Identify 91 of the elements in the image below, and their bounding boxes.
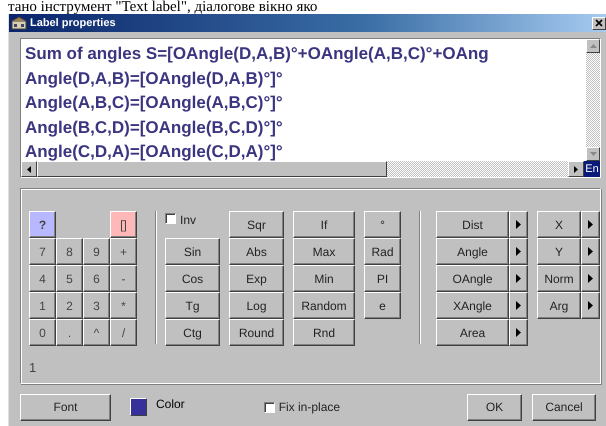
text-editor[interactable]: Sum of angles S=[OAngle(D,A,B)°+OAngle(A,B,C)°+OAng Angle(D,A,B)=[OAngle(D,A,B)°]° Angle(A,B,C)=[OAngle(A,B,C)°]° Angle(B,C,D)=[OAngle(B,C,D)°]° Angle(C,D,A)=[OAngle(C,D,A)°]° En (20, 38, 601, 178)
function-button[interactable]: ° (364, 211, 401, 238)
menu-button[interactable]: Angle (436, 238, 509, 265)
menu-button[interactable]: Arg (537, 292, 581, 319)
ok-button[interactable]: OK (467, 394, 522, 420)
text-line: Angle(B,C,D)=[OAngle(B,C,D)°]° (25, 116, 284, 139)
text-line: Angle(D,A,B)=[OAngle(D,A,B)°]° (25, 68, 284, 90)
key-button[interactable]: 7 (29, 238, 56, 265)
key-button[interactable]: / (110, 319, 137, 346)
submenu-button[interactable] (509, 265, 528, 292)
function-button[interactable]: Min (293, 265, 355, 292)
right-arrow-icon (574, 166, 578, 172)
right-triangle-icon (516, 220, 521, 229)
function-button[interactable]: Sqr (229, 211, 284, 238)
key-button[interactable]: 0 (29, 319, 56, 346)
function-button[interactable]: Max (293, 238, 355, 265)
submenu-button[interactable] (581, 265, 600, 292)
key-button[interactable]: - (110, 265, 137, 292)
key-button[interactable]: 8 (56, 238, 83, 265)
key-button[interactable]: 9 (83, 238, 110, 265)
key-button[interactable]: 6 (83, 265, 110, 292)
submenu-button[interactable] (509, 292, 528, 319)
submenu-button[interactable] (509, 211, 528, 238)
color-swatch[interactable] (130, 398, 147, 416)
text-line: Angle(A,B,C)=[OAngle(A,B,C)°]° (25, 92, 284, 114)
close-button[interactable] (592, 16, 606, 30)
submenu-button[interactable] (581, 211, 600, 238)
right-triangle-icon (516, 274, 521, 283)
function-button[interactable]: Exp (229, 265, 284, 292)
right-triangle-icon (588, 274, 593, 283)
app-icon (11, 16, 27, 30)
function-button[interactable]: Log (229, 292, 284, 319)
right-triangle-icon (516, 301, 521, 310)
checkbox-label: Fix in-place (278, 400, 340, 414)
key-button[interactable]: 3 (83, 292, 110, 319)
key-button[interactable]: 2 (56, 292, 83, 319)
right-triangle-icon (588, 220, 593, 229)
down-arrow-icon (590, 152, 596, 156)
function-button[interactable]: Sin (165, 238, 220, 265)
function-button[interactable]: Rnd (293, 319, 355, 346)
submenu-button[interactable] (509, 238, 528, 265)
checkbox[interactable] (264, 402, 275, 412)
menu-button[interactable]: XAngle (436, 292, 509, 319)
key-button[interactable]: . (56, 319, 83, 346)
right-triangle-icon (588, 301, 593, 310)
checkbox[interactable] (165, 213, 176, 224)
result-value: 1 (29, 360, 38, 375)
function-button[interactable]: e (364, 292, 401, 319)
document-text: тано інструмент "Text label", діалогове вікно яко (7, 0, 318, 14)
menu-button[interactable]: OAngle (436, 265, 509, 292)
text-line: Angle(C,D,A)=[OAngle(C,D,A)°]° (25, 141, 284, 161)
up-arrow-icon (590, 44, 596, 48)
function-button[interactable]: Abs (229, 238, 284, 265)
close-icon (595, 19, 603, 27)
color-label: Color (156, 397, 185, 411)
window-title: Label properties (30, 17, 117, 29)
function-button[interactable]: Round (229, 319, 284, 346)
right-triangle-icon (588, 247, 593, 256)
right-triangle-icon (516, 328, 521, 337)
function-button[interactable]: Cos (165, 265, 220, 292)
text-line: Sum of angles S=[OAngle(D,A,B)°+OAngle(A,B,C)°+OAng (25, 43, 490, 65)
menu-button[interactable]: Norm (537, 265, 581, 292)
key-button[interactable]: + (110, 238, 137, 265)
key-button[interactable]: ? (29, 211, 56, 238)
submenu-button[interactable] (509, 319, 528, 346)
menu-button[interactable]: Area (436, 319, 509, 346)
language-indicator[interactable]: En (584, 161, 600, 177)
key-button[interactable]: 4 (29, 265, 56, 292)
menu-button[interactable]: X (537, 211, 581, 238)
menu-button[interactable]: Y (537, 238, 581, 265)
key-button[interactable]: * (110, 292, 137, 319)
submenu-button[interactable] (581, 238, 600, 265)
vertical-scrollbar[interactable] (586, 39, 600, 161)
key-button[interactable]: [] (110, 211, 137, 238)
menu-button[interactable]: Dist (436, 211, 509, 238)
key-button[interactable]: ^ (83, 319, 110, 346)
left-arrow-icon (27, 166, 31, 172)
submenu-button[interactable] (581, 292, 600, 319)
key-button[interactable]: 1 (29, 292, 56, 319)
function-button[interactable]: PI (364, 265, 401, 292)
function-button[interactable]: Tg (165, 292, 220, 319)
function-button[interactable]: Ctg (165, 319, 220, 346)
horizontal-scrollbar[interactable] (21, 161, 584, 177)
function-button[interactable]: Rad (364, 238, 401, 265)
key-button[interactable]: 5 (56, 265, 83, 292)
checkbox-label: Inv (180, 213, 196, 227)
function-button[interactable]: If (293, 211, 355, 238)
function-button[interactable]: Random (293, 292, 355, 319)
font-button[interactable]: Font (20, 394, 111, 420)
right-triangle-icon (516, 247, 521, 256)
cancel-button[interactable]: Cancel (532, 394, 596, 420)
